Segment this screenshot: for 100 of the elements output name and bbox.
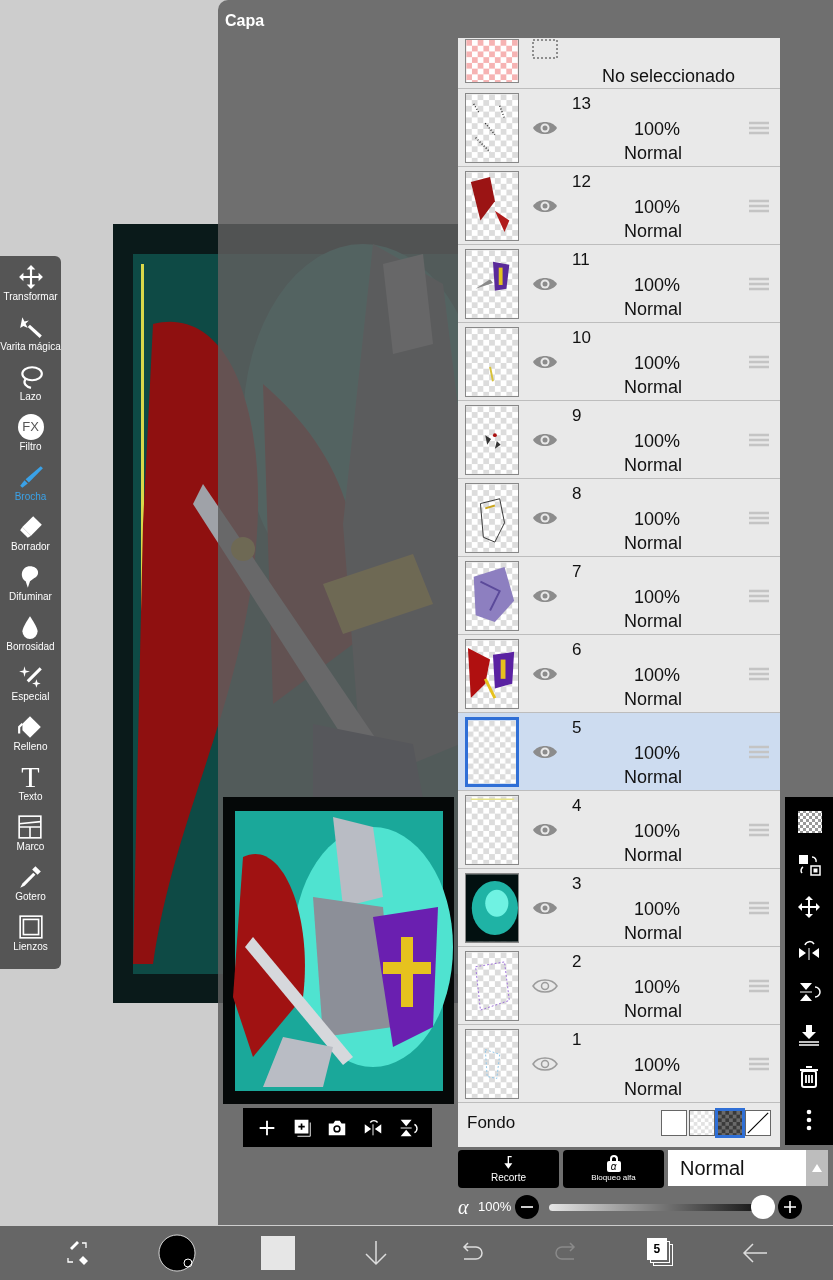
drag-handle-icon[interactable]	[749, 121, 769, 135]
background-swatch[interactable]	[689, 1110, 715, 1136]
layer-blend-mode: Normal	[624, 922, 682, 945]
layer-name: 13	[572, 93, 591, 115]
drag-handle-icon[interactable]	[749, 745, 769, 759]
blend-mode-dropdown[interactable]: Normal	[668, 1150, 828, 1186]
tool-label: Brocha	[14, 491, 47, 503]
drag-handle-icon[interactable]	[749, 511, 769, 525]
layer-row[interactable]: 3 100% Normal	[458, 869, 780, 947]
background-swatch[interactable]	[745, 1110, 771, 1136]
drag-handle-icon[interactable]	[749, 277, 769, 291]
tool-label: Lienzos	[13, 941, 48, 953]
layer-row[interactable]: 8 100% Normal	[458, 479, 780, 557]
layer-blend-mode: Normal	[624, 532, 682, 555]
tool-label: Varita mágica	[0, 341, 61, 353]
layer-name: 3	[572, 873, 582, 895]
minus-icon[interactable]	[515, 1195, 540, 1219]
layer-opacity: 100%	[634, 196, 681, 219]
layer-blend-mode: Normal	[624, 688, 682, 711]
layer-row[interactable]: 12 100% Normal	[458, 167, 780, 245]
secondary-color-swatch[interactable]	[261, 1236, 296, 1270]
layer-opacity: 100%	[634, 898, 681, 921]
layer-name: 5	[572, 717, 582, 739]
layer-blend-mode: Normal	[624, 298, 682, 321]
layer-row[interactable]: 5 100% Normal	[458, 713, 780, 791]
layer-row[interactable]: 4 100% Normal	[458, 791, 780, 869]
drag-handle-icon[interactable]	[749, 979, 769, 993]
layer-opacity: 100%	[634, 820, 681, 843]
drag-handle-icon[interactable]	[749, 1057, 769, 1071]
move-icon[interactable]	[17, 264, 44, 290]
tool-label: Transformar	[3, 291, 58, 303]
tool-label: Gotero	[15, 891, 46, 903]
layer-opacity: 100%	[634, 976, 681, 999]
tool-label: Borrosidad	[6, 641, 55, 653]
text-icon[interactable]: T	[21, 764, 40, 790]
eyedropper-icon[interactable]	[17, 864, 44, 890]
layer-row[interactable]: 7 100% Normal	[458, 557, 780, 635]
layer-opacity: 100%	[634, 274, 681, 297]
layer-name: 11	[572, 249, 590, 271]
canvas-icon[interactable]	[17, 914, 44, 940]
plus-icon[interactable]	[778, 1195, 803, 1219]
layer-blend-mode: Normal	[624, 376, 682, 399]
layer-blend-mode: Normal	[624, 454, 682, 477]
tool-label: Borrador	[11, 541, 50, 553]
layer-row[interactable]: 6 100% Normal	[458, 635, 780, 713]
layer-name: 7	[572, 561, 582, 583]
panel-title: Capa	[225, 11, 265, 31]
drag-handle-icon[interactable]	[749, 199, 769, 213]
layer-opacity: 100%	[634, 664, 681, 687]
layer-name: 9	[572, 405, 582, 427]
layer-opacity: 100%	[634, 586, 681, 609]
opacity-reading: 100%	[478, 1198, 512, 1217]
drag-handle-icon[interactable]	[749, 355, 769, 369]
swap-layers-icon[interactable]	[796, 852, 822, 877]
drag-handle-icon[interactable]	[749, 823, 769, 837]
layer-row[interactable]: 13 100% Normal	[458, 89, 780, 167]
move-icon[interactable]	[796, 895, 822, 920]
clipping-button[interactable]: Recorte	[458, 1150, 559, 1188]
opacity-slider[interactable]	[549, 1195, 776, 1219]
merge-down-icon[interactable]	[796, 1022, 822, 1047]
tool-label: Filtro	[19, 441, 42, 453]
layer-blend-mode: Normal	[624, 1000, 682, 1023]
layer-row[interactable]: 10 100% Normal	[458, 323, 780, 401]
layer-opacity: 100%	[634, 430, 681, 453]
layer-row[interactable]: 2 100% Normal	[458, 947, 780, 1025]
layer-name: 1	[572, 1029, 582, 1051]
layer-opacity: 100%	[634, 118, 681, 141]
layer-blend-mode: Normal	[624, 766, 682, 789]
layer-blend-mode: Normal	[624, 1078, 682, 1101]
checkerboard-icon[interactable]	[796, 810, 822, 835]
layer-blend-mode: Normal	[624, 220, 682, 243]
frame-icon[interactable]	[17, 814, 44, 840]
layer-row[interactable]: 1 100% Normal	[458, 1025, 780, 1103]
brush-icon[interactable]	[17, 464, 44, 490]
tool-label: Lazo	[19, 391, 42, 403]
background-label: Fondo	[467, 1112, 516, 1135]
drag-handle-icon[interactable]	[749, 589, 769, 603]
selection-layer-label: No seleccionado	[602, 65, 736, 88]
layer-name: 6	[572, 639, 582, 661]
layer-name: 8	[572, 483, 582, 505]
layer-blend-mode: Normal	[624, 610, 682, 633]
layer-name: 12	[572, 171, 591, 193]
layer-opacity: 100%	[634, 508, 681, 531]
drag-handle-icon[interactable]	[749, 433, 769, 447]
layer-row[interactable]: 11 100% Normal	[458, 245, 780, 323]
layer-name: 4	[572, 795, 582, 817]
eraser-icon[interactable]	[17, 514, 44, 540]
drag-handle-icon[interactable]	[749, 901, 769, 915]
drag-handle-icon[interactable]	[749, 667, 769, 681]
sparkle-pen-icon[interactable]	[17, 664, 44, 690]
alpha-lock-button[interactable]: α Bloqueo alfa	[563, 1150, 664, 1188]
alpha-symbol: α	[458, 1195, 470, 1220]
background-swatch[interactable]	[661, 1110, 687, 1136]
selection-icon	[532, 39, 558, 59]
layer-opacity: 100%	[634, 352, 681, 375]
layer-blend-mode: Normal	[624, 844, 682, 867]
layer-row[interactable]: 9 100% Normal	[458, 401, 780, 479]
brush-color-icon[interactable]	[158, 1234, 197, 1272]
filter-icon[interactable]: FX	[17, 414, 44, 440]
background-swatch[interactable]	[717, 1110, 743, 1136]
